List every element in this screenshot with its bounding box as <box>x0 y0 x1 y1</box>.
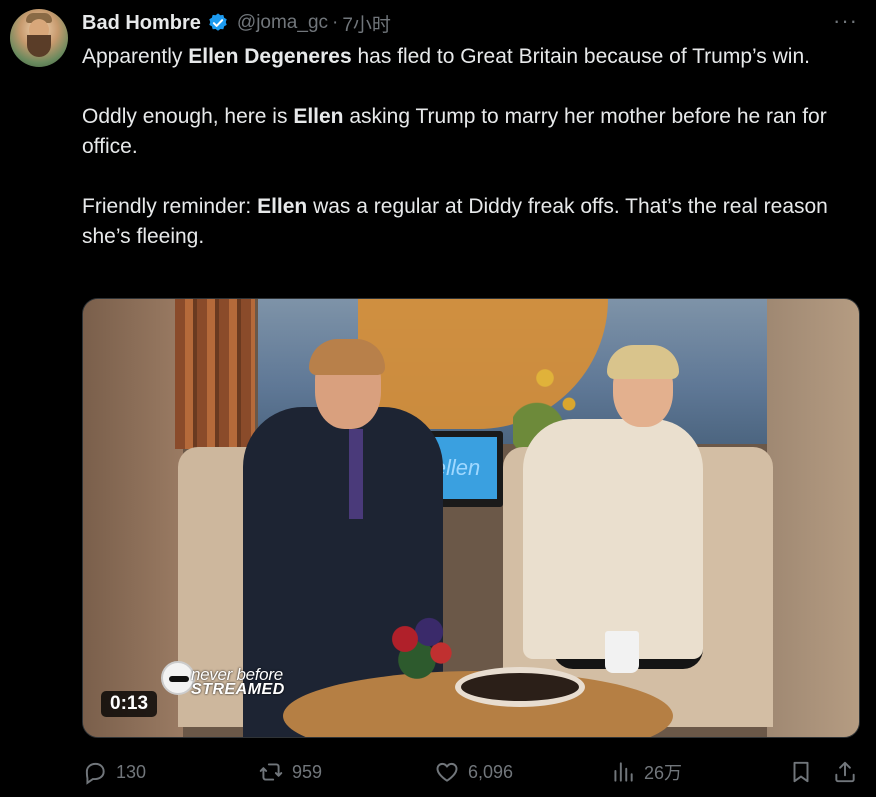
avatar-beard <box>27 35 51 57</box>
paragraph-1: Apparently Ellen Degeneres has fled to G… <box>82 45 810 68</box>
video-player[interactable]: ellen never before STREAMED 0:13 <box>82 298 860 738</box>
view-count: 26万 <box>644 763 683 783</box>
share-button[interactable] <box>832 755 858 789</box>
heart-icon <box>436 762 458 782</box>
repost-count: 959 <box>292 761 323 782</box>
reply-icon <box>85 762 105 785</box>
video-person-left-hair <box>309 339 385 375</box>
timestamp[interactable]: 7小时 <box>342 10 391 37</box>
paragraph-3: Friendly reminder: Ellen was a regular a… <box>82 195 828 248</box>
repost-button[interactable]: 959 <box>258 755 322 789</box>
author-handle[interactable]: @joma_gc <box>237 12 328 34</box>
video-scene-bowl <box>455 667 585 707</box>
views-chart-icon <box>614 762 633 782</box>
reply-button[interactable]: 130 <box>82 755 146 789</box>
sunglasses-icon <box>169 676 189 682</box>
show-logo-icon <box>161 661 195 695</box>
more-options-icon[interactable]: ··· <box>833 8 858 34</box>
like-button[interactable]: 6,096 <box>434 755 513 789</box>
avatar[interactable] <box>10 9 68 67</box>
video-scene-wall-right <box>767 299 859 737</box>
bookmark-icon <box>793 761 809 783</box>
video-person-right-body <box>523 419 703 659</box>
video-duration: 0:13 <box>101 691 158 717</box>
video-person-right-hair <box>607 345 679 379</box>
tweet-text: Apparently Ellen Degeneres has fled to G… <box>82 42 867 282</box>
video-scene-flowers <box>381 611 461 681</box>
paragraph-2: Oddly enough, here is Ellen asking Trump… <box>82 105 827 158</box>
separator-dot: · <box>332 12 339 33</box>
like-count: 6,096 <box>468 761 514 782</box>
video-person-left-tie <box>349 429 363 519</box>
reply-count: 130 <box>116 761 147 782</box>
tweet-header: Bad Hombre @joma_gc · 7小时 <box>82 10 391 36</box>
verified-badge-icon <box>209 13 227 31</box>
display-name[interactable]: Bad Hombre <box>82 12 201 35</box>
share-icon <box>835 761 855 783</box>
video-scene-curtain <box>175 299 255 449</box>
bookmark-button[interactable] <box>788 755 814 789</box>
overlay-line-2: STREAMED <box>191 681 285 698</box>
repost-icon <box>259 763 283 781</box>
action-bar: 130 959 6,096 26万 <box>82 755 867 789</box>
video-scene-mug <box>605 631 639 673</box>
views-button[interactable]: 26万 <box>610 755 682 789</box>
